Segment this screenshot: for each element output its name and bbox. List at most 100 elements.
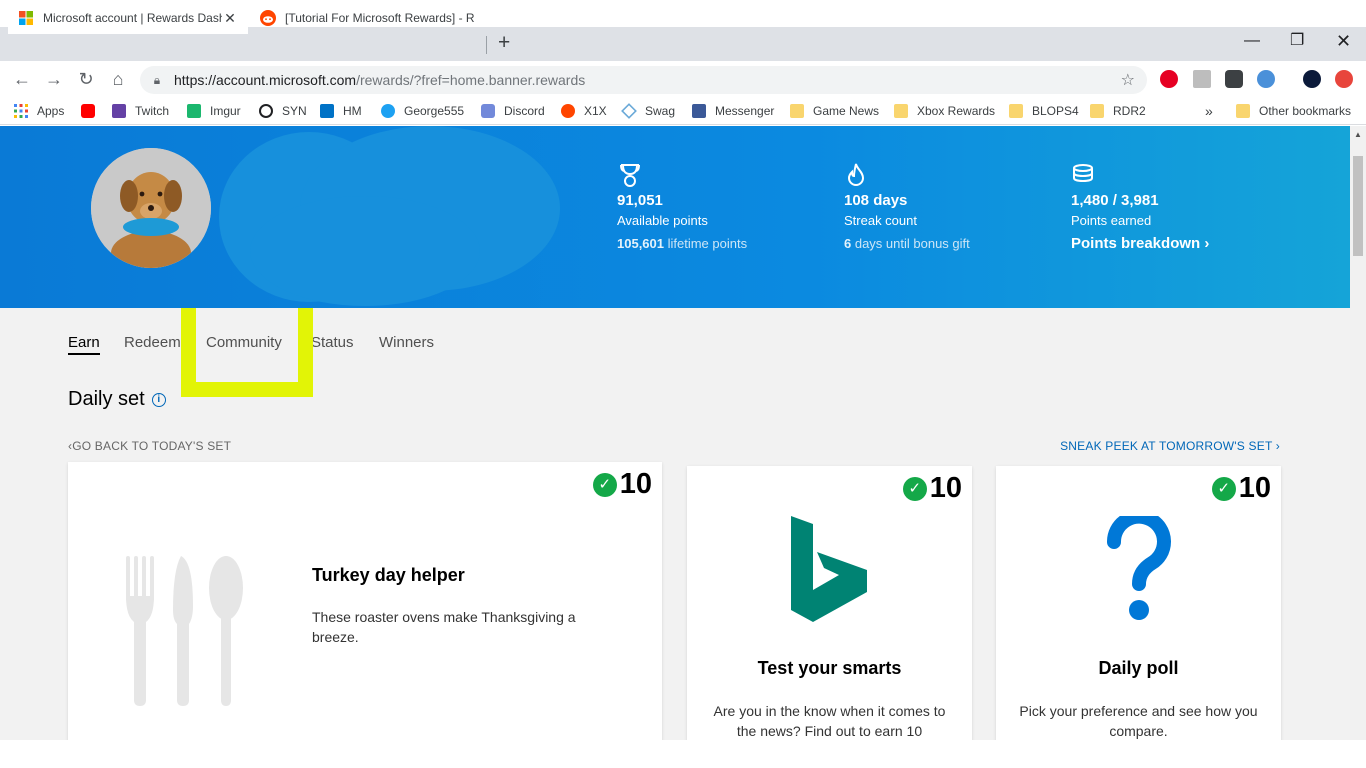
- url-path: /rewards/?fref=home.banner.rewards: [356, 72, 586, 88]
- page-scrollbar[interactable]: ▲: [1350, 126, 1366, 740]
- bookmark-folder-rdr2[interactable]: RDR2: [1090, 102, 1146, 120]
- pinterest-icon[interactable]: [1160, 70, 1178, 88]
- bookmark-twitch[interactable]: Twitch: [112, 102, 169, 120]
- points-badge: ✓ 10: [1211, 472, 1271, 505]
- bookmark-messenger[interactable]: Messenger: [692, 102, 774, 120]
- reddit-icon: [561, 104, 575, 118]
- tab-earn[interactable]: Earn: [68, 334, 100, 355]
- bookmark-label: RDR2: [1113, 104, 1146, 118]
- cutlery-icon: [123, 556, 248, 711]
- tab-reddit-tutorial[interactable]: [Tutorial For Microsoft Rewards] - Reddi…: [250, 2, 485, 34]
- stat-label: Points earned: [1071, 213, 1152, 228]
- daily-set-card-poll[interactable]: ✓ 10 Daily poll Pick your preference and…: [996, 466, 1281, 740]
- bookmark-folder-blops4[interactable]: BLOPS4: [1009, 102, 1079, 120]
- bookmark-x1x[interactable]: X1X: [561, 102, 607, 120]
- bookmark-folder-game-news[interactable]: Game News: [790, 102, 879, 120]
- stat-available-points: 91,051 Available points 105,601 lifetime…: [617, 162, 747, 251]
- close-icon[interactable]: ✕: [222, 10, 238, 27]
- minimize-button[interactable]: —: [1244, 31, 1260, 51]
- bookmark-imgur[interactable]: Imgur: [187, 102, 241, 120]
- microsoft-logo-icon: [18, 10, 34, 26]
- tab-rewards-dashboard[interactable]: Microsoft account | Rewards Dashboard ✕: [8, 2, 248, 34]
- bookmark-label: SYN: [282, 104, 307, 118]
- update-icon[interactable]: [1335, 70, 1353, 88]
- points-badge: ✓ 10: [592, 468, 652, 501]
- bookmark-label: Swag: [645, 104, 676, 118]
- stat-value: 108 days: [844, 192, 908, 209]
- points-badge: ✓ 10: [902, 472, 962, 505]
- tab-title: Microsoft account | Rewards Dashboard: [43, 11, 222, 25]
- sneak-peek-link[interactable]: SNEAK PEEK AT TOMORROW'S SET ›: [1060, 439, 1280, 453]
- daily-set-card-turkey[interactable]: ✓ 10 Turkey day helper These roaster ove…: [68, 462, 662, 740]
- bookmark-label: Imgur: [210, 104, 241, 118]
- folder-icon: [790, 104, 804, 118]
- avatar: [91, 148, 211, 268]
- card-title: Test your smarts: [757, 658, 902, 678]
- card-description: These roaster ovens make Thanksgiving a …: [312, 609, 576, 645]
- bing-logo-icon: [791, 516, 867, 627]
- reddit-icon: [260, 10, 276, 26]
- tab-redeem[interactable]: Redeem: [124, 334, 181, 351]
- new-tab-button[interactable]: +: [498, 31, 510, 55]
- go-back-link[interactable]: ‹GO BACK TO TODAY'S SET: [68, 439, 231, 453]
- lock-icon: 🔒︎: [153, 72, 161, 87]
- profile-avatar-icon[interactable]: [1303, 70, 1321, 88]
- stat-streak-count: 108 days Streak count 6 days until bonus…: [844, 162, 970, 251]
- twitter-icon: [381, 104, 395, 118]
- forward-arrow-icon[interactable]: →: [42, 67, 66, 91]
- bookmark-apps[interactable]: Apps: [14, 102, 64, 120]
- home-icon[interactable]: ⌂: [106, 67, 130, 91]
- bookmarks-overflow-button[interactable]: »: [1205, 102, 1213, 120]
- extension-icon[interactable]: [1257, 70, 1275, 88]
- discord-icon: [481, 104, 495, 118]
- bookmark-label: Game News: [813, 104, 880, 118]
- daily-set-card-quiz[interactable]: ✓ 10 Test your smarts Are you in the kno…: [687, 466, 972, 740]
- info-icon[interactable]: i: [151, 392, 166, 407]
- card-title: Turkey day helper: [312, 565, 465, 585]
- scrollbar-thumb[interactable]: [1353, 156, 1363, 256]
- points-breakdown-link[interactable]: Points breakdown ›: [1071, 235, 1209, 252]
- outlook-icon: [320, 104, 334, 118]
- bookmark-folder-other[interactable]: Other bookmarks: [1236, 102, 1351, 120]
- check-icon: ✓: [902, 476, 927, 501]
- bookmark-label: Apps: [37, 104, 65, 118]
- tab-winners[interactable]: Winners: [379, 334, 434, 351]
- syn-icon: [259, 104, 273, 118]
- bookmark-star-icon[interactable]: ☆: [1121, 70, 1135, 90]
- check-icon: ✓: [592, 472, 617, 497]
- coins-stack-icon: [1071, 162, 1209, 190]
- address-bar[interactable]: 🔒︎ https://account.microsoft.com/rewards…: [140, 66, 1147, 94]
- apps-grid-icon: [14, 104, 28, 118]
- bookmark-swag[interactable]: Swag: [621, 102, 676, 120]
- card-description: Are you in the know when it comes to the…: [713, 703, 946, 739]
- scroll-up-icon[interactable]: ▲: [1354, 130, 1362, 139]
- points-value: 10: [929, 472, 962, 504]
- folder-icon: [1009, 104, 1023, 118]
- bookmark-hm[interactable]: HM: [320, 102, 362, 120]
- twitch-icon: [112, 104, 126, 118]
- stat-value: 1,480 / 3,981: [1071, 192, 1159, 209]
- bookmark-syn[interactable]: SYN: [259, 102, 307, 120]
- url-host: https://account.microsoft.com: [174, 72, 357, 88]
- reload-icon[interactable]: ↻: [74, 67, 98, 91]
- tab-title: [Tutorial For Microsoft Rewards] - Reddi…: [285, 11, 475, 25]
- back-arrow-icon[interactable]: ←: [10, 67, 34, 91]
- bookmark-george555[interactable]: George555: [381, 102, 464, 120]
- bookmark-youtube[interactable]: [81, 102, 95, 120]
- card-title: Daily poll: [1098, 658, 1179, 678]
- tab-status[interactable]: Status: [311, 334, 354, 351]
- restore-button[interactable]: ❐: [1290, 31, 1304, 51]
- bookmark-folder-xbox-rewards[interactable]: Xbox Rewards: [894, 102, 995, 120]
- rewards-page: 91,051 Available points 105,601 lifetime…: [0, 126, 1350, 740]
- pocket-icon[interactable]: [1225, 70, 1243, 88]
- daily-set-heading: Daily set i: [68, 388, 166, 411]
- extension-icon[interactable]: [1193, 70, 1211, 88]
- bookmark-label: X1X: [584, 104, 607, 118]
- facebook-icon: [692, 104, 706, 118]
- bookmark-discord[interactable]: Discord: [481, 102, 545, 120]
- window-close-button[interactable]: ✕: [1336, 31, 1351, 51]
- stat-subtext: 105,601 lifetime points: [617, 236, 747, 251]
- lifetime-points-value: 105,601: [617, 236, 664, 251]
- stat-value: 91,051: [617, 192, 663, 209]
- bookmark-label: BLOPS4: [1032, 104, 1079, 118]
